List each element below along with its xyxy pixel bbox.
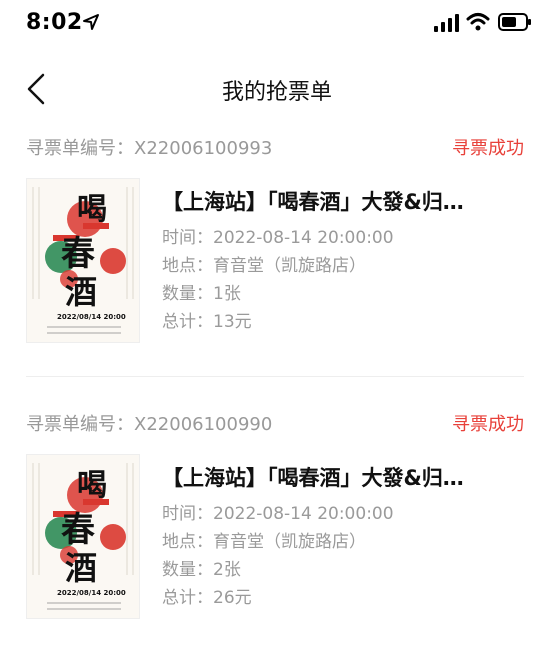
order-number-value: X22006100990 (134, 414, 273, 435)
ticket-quantity-value: 1张 (213, 284, 241, 304)
event-info: 【上海站】「喝春酒」大發&归… 时间：2022-08-14 20:00:00 地… (162, 462, 532, 608)
event-poster-image[interactable]: 喝 春 酒 2022/08/14 20:00 (26, 454, 140, 619)
poster-char-2: 春 (61, 234, 95, 274)
event-title[interactable]: 【上海站】「喝春酒」大發&归… (162, 186, 532, 216)
order-total: 总计：13元 (162, 312, 532, 332)
event-venue-label: 地点： (162, 256, 213, 276)
cellular-signal-icon (434, 14, 460, 32)
event-time-label: 时间： (162, 228, 213, 248)
order-total-label: 总计： (162, 588, 213, 608)
event-venue: 地点：育音堂（凯旋路店） (162, 532, 532, 552)
poster-char-1: 喝 (77, 192, 107, 227)
page-title: 我的抢票单 (221, 80, 332, 105)
ticket-quantity-label: 数量： (162, 560, 213, 580)
order-total-value: 13元 (213, 312, 252, 332)
divider (26, 376, 524, 377)
navigation-bar: 我的抢票单 (0, 60, 554, 118)
ticket-quantity-label: 数量： (162, 284, 213, 304)
ticket-quantity: 数量：1张 (162, 284, 532, 304)
event-venue-label: 地点： (162, 532, 213, 552)
order-status: 寻票成功 (452, 414, 524, 435)
order-total-label: 总计： (162, 312, 213, 332)
order-number: 寻票单编号：X22006100990 (26, 410, 272, 436)
location-arrow-icon (82, 13, 100, 31)
status-bar: 8:02 (0, 0, 554, 50)
event-info: 【上海站】「喝春酒」大發&归… 时间：2022-08-14 20:00:00 地… (162, 186, 532, 332)
wifi-icon (466, 12, 490, 32)
order-number-label: 寻票单编号： (26, 414, 134, 435)
poster-char-3: 酒 (65, 273, 97, 311)
event-time-value: 2022-08-14 20:00:00 (213, 228, 394, 248)
order-total-value: 26元 (213, 588, 252, 608)
poster-date: 2022/08/14 20:00 (57, 313, 126, 321)
order-number: 寻票单编号：X22006100993 (26, 134, 272, 160)
poster-char-1: 喝 (77, 468, 107, 503)
event-time-value: 2022-08-14 20:00:00 (213, 504, 394, 524)
order-header: 寻票单编号：X22006100990 寻票成功 (26, 408, 524, 438)
ticket-quantity: 数量：2张 (162, 560, 532, 580)
event-venue: 地点：育音堂（凯旋路店） (162, 256, 532, 276)
event-title[interactable]: 【上海站】「喝春酒」大發&归… (162, 462, 532, 492)
event-venue-value: 育音堂（凯旋路店） (213, 256, 366, 276)
poster-char-3: 酒 (65, 549, 97, 587)
event-time: 时间：2022-08-14 20:00:00 (162, 228, 532, 248)
poster-char-2: 春 (61, 510, 95, 550)
status-time: 8:02 (26, 10, 83, 35)
ticket-quantity-value: 2张 (213, 560, 241, 580)
order-header: 寻票单编号：X22006100993 寻票成功 (26, 132, 524, 162)
order-number-value: X22006100993 (134, 138, 273, 159)
order-number-label: 寻票单编号： (26, 138, 134, 159)
poster-date: 2022/08/14 20:00 (57, 589, 126, 597)
event-time-label: 时间： (162, 504, 213, 524)
event-venue-value: 育音堂（凯旋路店） (213, 532, 366, 552)
order-status: 寻票成功 (452, 138, 524, 159)
event-time: 时间：2022-08-14 20:00:00 (162, 504, 532, 524)
battery-icon (498, 12, 532, 32)
order-total: 总计：26元 (162, 588, 532, 608)
event-poster-image[interactable]: 喝 春 酒 2022/08/14 20:00 (26, 178, 140, 343)
